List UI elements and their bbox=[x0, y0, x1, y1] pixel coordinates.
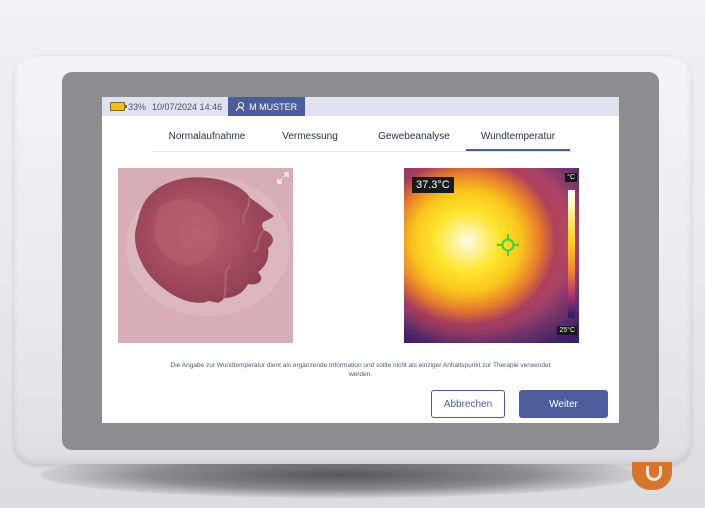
device-hanger-ring bbox=[632, 462, 672, 490]
wound-bed-shape bbox=[118, 168, 293, 343]
tab-normalaufnahme[interactable]: Normalaufnahme bbox=[157, 123, 257, 150]
tab-bar: Normalaufnahme Vermessung Gewebeanalyse … bbox=[152, 123, 572, 152]
battery-icon bbox=[110, 102, 127, 111]
tab-vermessung[interactable]: Vermessung bbox=[272, 123, 348, 150]
thermal-heatmap bbox=[404, 168, 579, 343]
next-button[interactable]: Weiter bbox=[519, 390, 608, 418]
user-icon bbox=[236, 102, 245, 111]
wound-photo bbox=[118, 168, 293, 343]
user-badge[interactable]: M MUSTER bbox=[228, 97, 306, 116]
temperature-disclaimer: Die Angabe zur Wundtemperatur dient als … bbox=[170, 362, 551, 378]
cancel-button[interactable]: Abbrechen bbox=[431, 390, 505, 418]
app-screen: 33% 10/07/2024 14:46 M MUSTER Normalaufn… bbox=[102, 97, 619, 423]
datetime: 10/07/2024 14:46 bbox=[152, 101, 223, 112]
scale-min-label: 25°C bbox=[557, 326, 577, 335]
crosshair-icon[interactable] bbox=[497, 234, 519, 256]
expand-icon[interactable] bbox=[277, 172, 289, 184]
status-bar: 33% 10/07/2024 14:46 M MUSTER bbox=[102, 97, 619, 116]
thermal-image: 37.3°C °C 25°C bbox=[404, 168, 579, 343]
user-name: M MUSTER bbox=[249, 101, 298, 112]
temperature-readout: 37.3°C bbox=[412, 177, 454, 193]
temperature-scale-bar bbox=[568, 190, 575, 318]
scale-max-label: °C bbox=[565, 173, 577, 182]
battery-percent: 33% bbox=[128, 101, 147, 112]
tab-gewebeanalyse[interactable]: Gewebeanalyse bbox=[372, 123, 456, 150]
tab-wundtemperatur[interactable]: Wundtemperatur bbox=[466, 123, 570, 151]
